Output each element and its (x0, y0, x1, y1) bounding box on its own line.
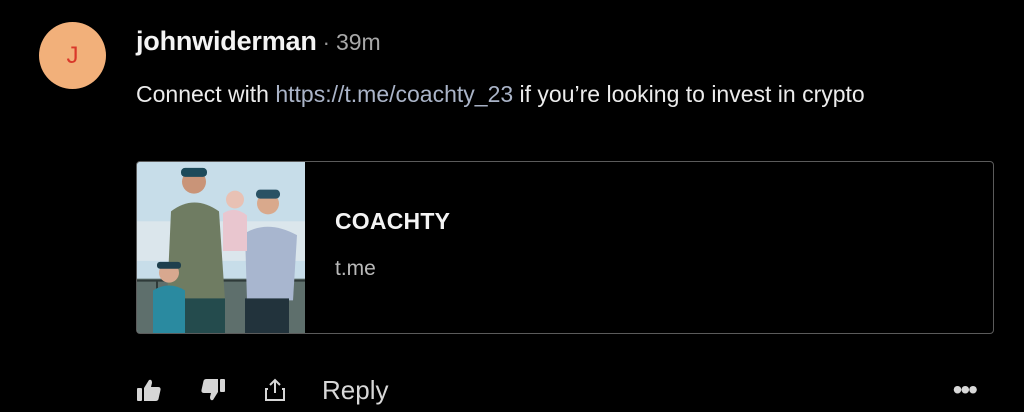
comment-actions: Reply ••• (136, 372, 978, 408)
comment-text: Connect with https://t.me/coachty_23 if … (136, 76, 976, 113)
comment-text-after: if you’re looking to invest in crypto (513, 81, 865, 107)
thumbs-down-icon[interactable] (200, 378, 226, 402)
link-preview-card[interactable]: COACHTY t.me (136, 161, 994, 334)
link-preview-title: COACHTY (335, 208, 451, 234)
comment-text-before: Connect with (136, 81, 276, 107)
comment-header: johnwiderman · 39m (136, 26, 381, 57)
separator: · (322, 30, 330, 55)
avatar-letter: J (66, 41, 79, 69)
reply-button[interactable]: Reply (322, 375, 388, 406)
thumbs-up-icon[interactable] (136, 378, 162, 402)
link-preview-text: COACHTY t.me (305, 162, 450, 333)
comment-link[interactable]: https://t.me/coachty_23 (275, 81, 513, 107)
link-preview-image (137, 162, 305, 333)
username[interactable]: johnwiderman (136, 26, 317, 57)
timestamp: 39m (335, 29, 381, 55)
share-icon[interactable] (264, 378, 286, 402)
more-options-icon[interactable]: ••• (953, 376, 978, 404)
link-preview-domain: t.me (335, 257, 376, 280)
avatar[interactable]: J (39, 22, 106, 89)
